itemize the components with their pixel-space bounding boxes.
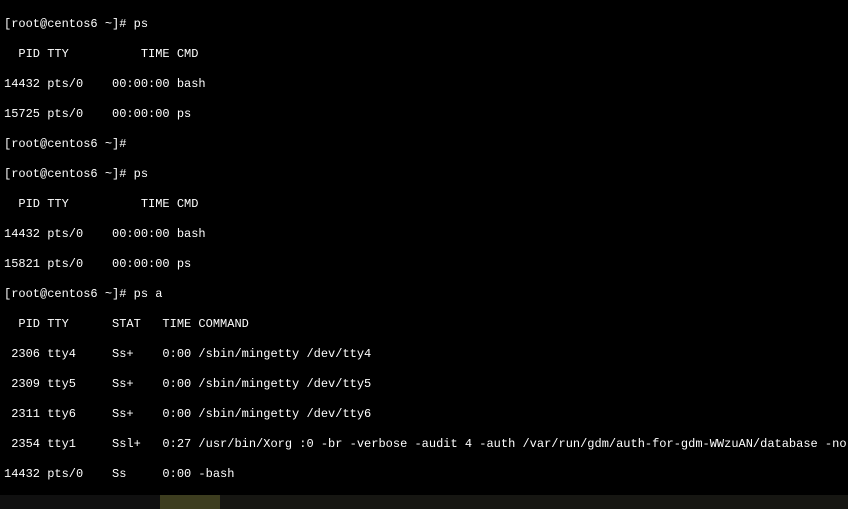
ps1-row-2: 15725 pts/0 00:00:00 ps: [4, 107, 844, 122]
prompt-line-3: [root@centos6 ~]# ps: [4, 167, 844, 182]
taskbar-segment-2[interactable]: [160, 495, 220, 509]
taskbar-segment-1[interactable]: [0, 495, 160, 509]
prompt-line-4: [root@centos6 ~]# ps a: [4, 287, 844, 302]
ps2-header: PID TTY TIME CMD: [4, 197, 844, 212]
prompt-text: [root@centos6 ~]#: [4, 17, 134, 31]
prompt-line-1: [root@centos6 ~]# ps: [4, 17, 844, 32]
ps-a-row-4: 2354 tty1 Ssl+ 0:27 /usr/bin/Xorg :0 -br…: [4, 437, 844, 452]
terminal[interactable]: [root@centos6 ~]# ps PID TTY TIME CMD 14…: [0, 0, 848, 509]
taskbar[interactable]: [0, 495, 848, 509]
command-4: ps a: [134, 287, 163, 301]
ps1-header: PID TTY TIME CMD: [4, 47, 844, 62]
ps-a-row-2: 2309 tty5 Ss+ 0:00 /sbin/mingetty /dev/t…: [4, 377, 844, 392]
ps-a-row-1: 2306 tty4 Ss+ 0:00 /sbin/mingetty /dev/t…: [4, 347, 844, 362]
ps2-row-1: 14432 pts/0 00:00:00 bash: [4, 227, 844, 242]
prompt-line-2: [root@centos6 ~]#: [4, 137, 844, 152]
ps2-row-2: 15821 pts/0 00:00:00 ps: [4, 257, 844, 272]
command-1: ps: [134, 17, 148, 31]
prompt-text: [root@centos6 ~]#: [4, 137, 134, 151]
prompt-text: [root@centos6 ~]#: [4, 167, 134, 181]
ps-a-row-5: 14432 pts/0 Ss 0:00 -bash: [4, 467, 844, 482]
taskbar-segment-3[interactable]: [220, 495, 848, 509]
command-3: ps: [134, 167, 148, 181]
ps-a-header: PID TTY STAT TIME COMMAND: [4, 317, 844, 332]
ps-a-row-3: 2311 tty6 Ss+ 0:00 /sbin/mingetty /dev/t…: [4, 407, 844, 422]
ps1-row-1: 14432 pts/0 00:00:00 bash: [4, 77, 844, 92]
prompt-text: [root@centos6 ~]#: [4, 287, 134, 301]
